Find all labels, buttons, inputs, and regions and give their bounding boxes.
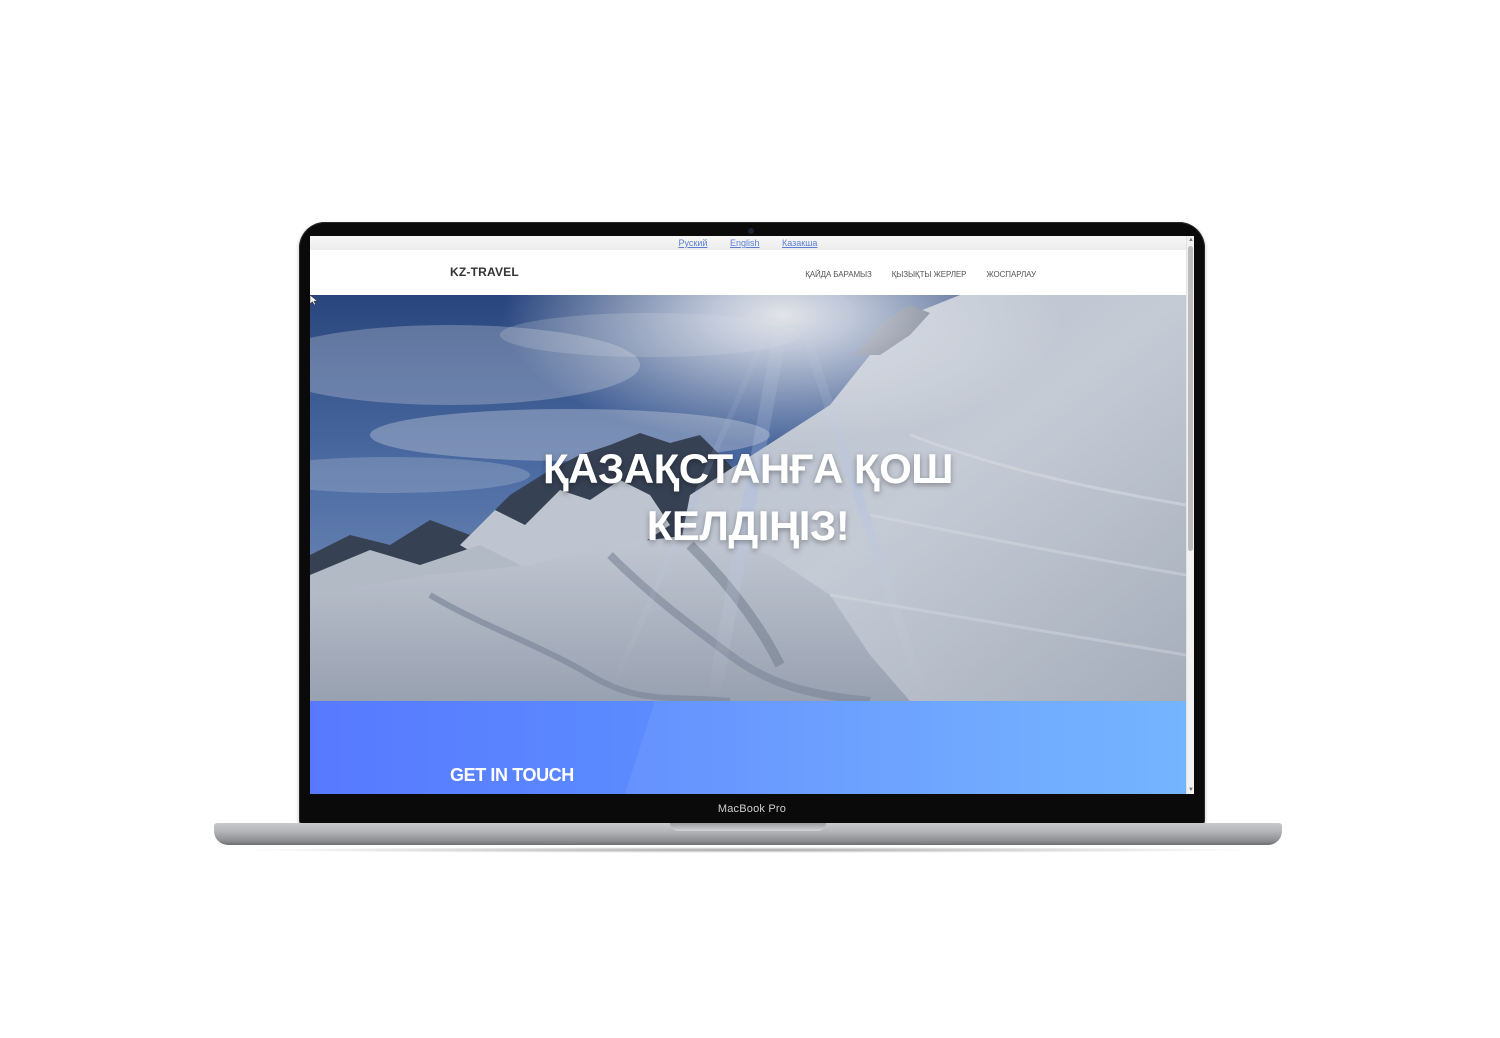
scroll-up-icon[interactable]: ▲ (1188, 237, 1194, 243)
main-nav: ҚАЙДА БАРАМЫЗ ҚЫЗЫҚТЫ ЖЕРЛЕР ЖОСПАРЛАУ (805, 270, 1036, 279)
contact-title: GET IN TOUCH (450, 765, 574, 785)
laptop-shadow (230, 847, 1266, 853)
nav-item-planning[interactable]: ЖОСПАРЛАУ (986, 270, 1036, 279)
vertical-scrollbar[interactable]: ▲ ▼ (1186, 236, 1194, 794)
lang-link-russian[interactable]: Руский (679, 238, 708, 248)
laptop-base (214, 823, 1282, 845)
hero-section: ҚАЗАҚСТАНҒА ҚОШ КЕЛДІҢІЗ! (310, 295, 1186, 701)
site-logo[interactable]: KZ-TRAVEL (450, 265, 519, 279)
hero-title-line-1: ҚАЗАҚСТАНҒА ҚОШ (542, 445, 954, 492)
contact-section: GET IN TOUCH (310, 701, 1186, 794)
site-header: KZ-TRAVEL ҚАЙДА БАРАМЫЗ ҚЫЗЫҚТЫ ЖЕРЛЕР Ж… (310, 250, 1186, 296)
hero-title-line-2: КЕЛДІҢІЗ! (646, 502, 850, 549)
mouse-pointer-icon (310, 295, 318, 305)
laptop-opening-notch (670, 823, 826, 831)
lang-link-kazakh[interactable]: Казакша (782, 238, 817, 248)
nav-item-interesting-places[interactable]: ҚЫЗЫҚТЫ ЖЕРЛЕР (892, 270, 967, 279)
camera-icon (748, 228, 754, 234)
hero-title: ҚАЗАҚСТАНҒА ҚОШ КЕЛДІҢІЗ! (310, 440, 1186, 554)
laptop-model-label: MacBook Pro (717, 803, 787, 815)
browser-viewport: Руский English Казакша KZ-TRAVEL ҚАЙДА Б… (310, 236, 1186, 794)
contact-background-sheen (624, 701, 1186, 794)
language-bar: Руский English Казакша (310, 236, 1186, 250)
laptop-screen: Руский English Казакша KZ-TRAVEL ҚАЙДА Б… (310, 236, 1194, 794)
mockup-stage: MacBook Pro Руский English Казакша KZ-TR… (0, 0, 1500, 1038)
scrollbar-thumb[interactable] (1188, 246, 1193, 551)
lang-link-english[interactable]: English (730, 238, 760, 248)
scroll-down-icon[interactable]: ▼ (1188, 787, 1194, 793)
nav-item-where-to-go[interactable]: ҚАЙДА БАРАМЫЗ (805, 270, 872, 279)
